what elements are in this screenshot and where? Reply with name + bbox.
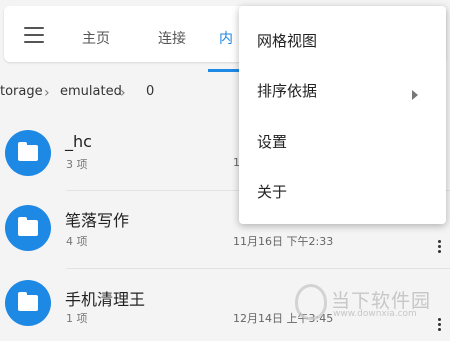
watermark-logo-icon [295,284,327,320]
menu-item-sort-by[interactable]: 排序依据 [257,80,317,101]
menu-item-about[interactable]: 关于 [257,181,287,202]
watermark-url: www.downxia.com [333,309,417,319]
breadcrumb-item-storage[interactable]: torage [0,84,43,99]
folder-icon [5,280,51,326]
file-name: 笔落写作 [65,211,130,230]
tab-home[interactable]: 主页 [82,28,110,48]
breadcrumb-item-emulated[interactable]: emulated [60,84,122,99]
tab-connections[interactable]: 连接 [158,28,186,48]
chevron-right-icon: › [120,85,126,101]
hamburger-menu-icon[interactable] [24,27,44,43]
item-count: 3 项 [66,158,88,171]
overflow-menu: 网格视图 排序依据 设置 关于 [239,6,446,224]
modified-date: 11月16日 下午2:33 [233,235,334,248]
menu-item-grid-view[interactable]: 网格视图 [257,30,317,51]
menu-item-settings[interactable]: 设置 [257,131,287,152]
folder-icon [5,130,51,176]
file-name: _hc [65,132,92,151]
more-vert-icon[interactable] [436,240,442,254]
divider [66,268,450,269]
item-count: 4 项 [66,235,88,248]
file-name: 手机清理王 [65,290,146,309]
item-count: 1 项 [66,312,88,325]
submenu-arrow-icon [412,90,418,100]
active-tab-indicator [208,69,242,72]
breadcrumb-item-0[interactable]: 0 [146,84,154,99]
folder-icon [5,205,51,251]
more-vert-icon[interactable] [436,318,442,332]
chevron-right-icon: › [44,85,50,101]
tab-internal-storage[interactable]: 内 [219,28,233,48]
